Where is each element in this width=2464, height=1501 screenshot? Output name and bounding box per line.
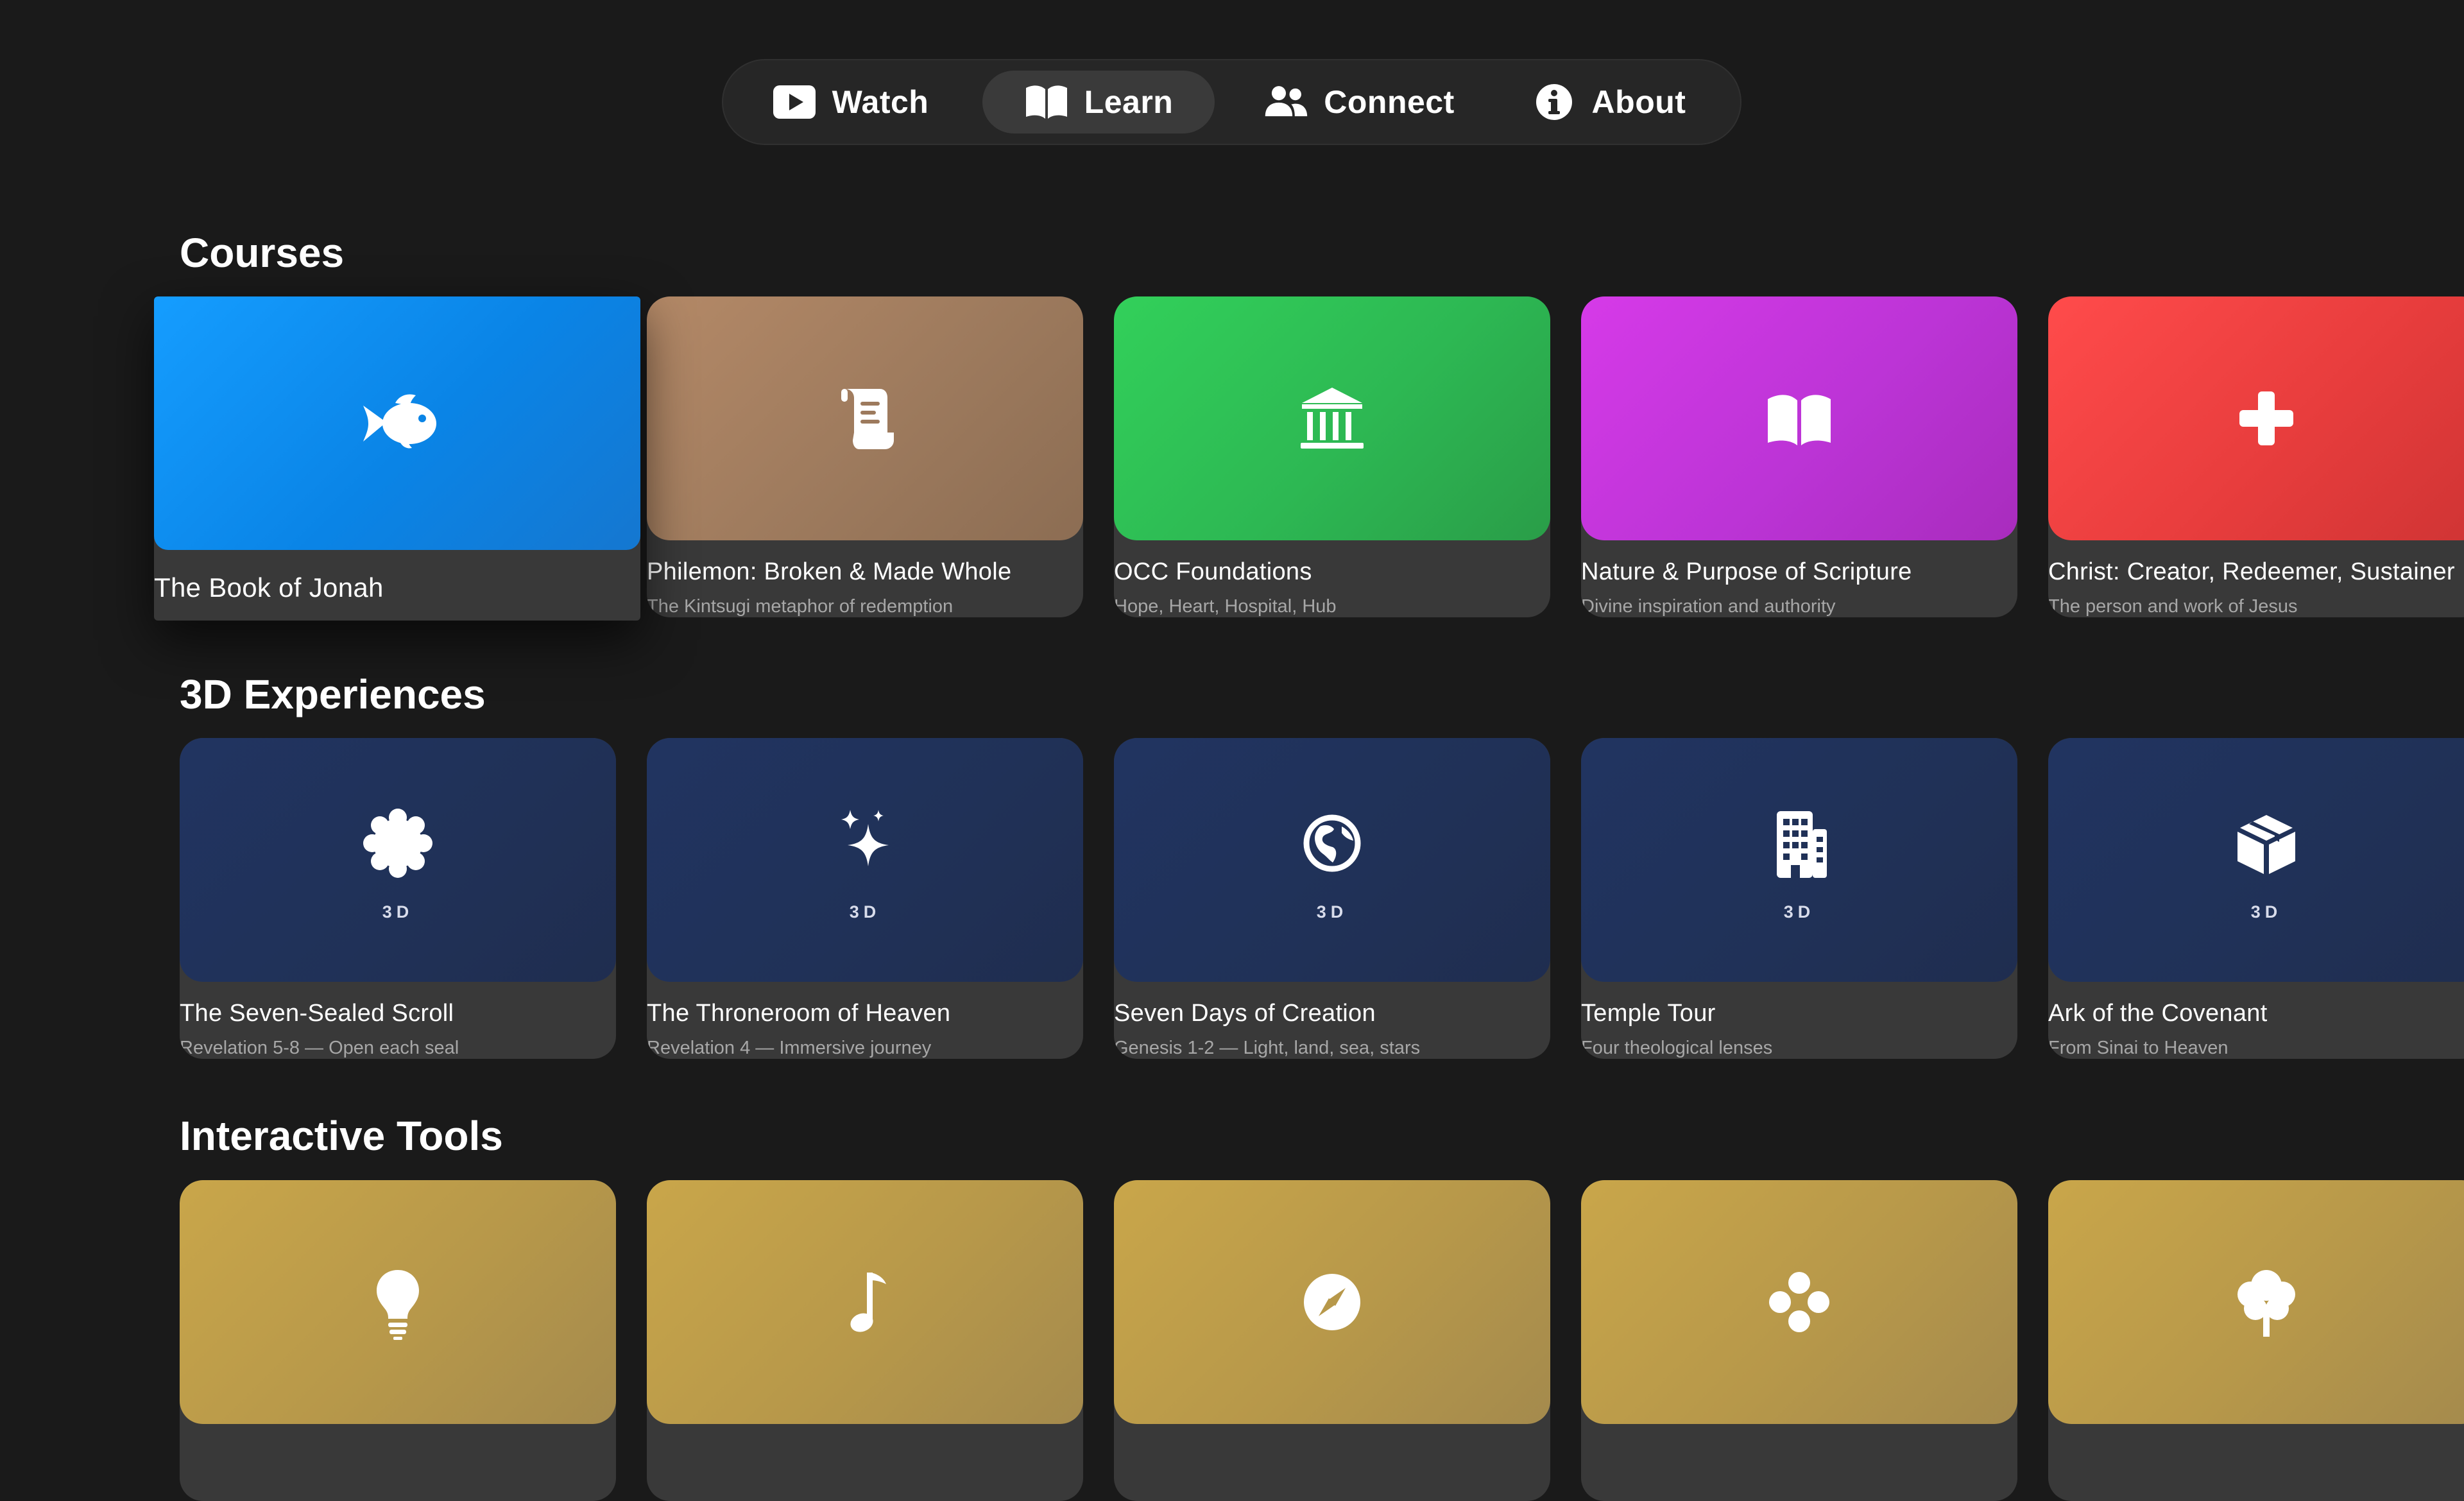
badge-3d: 3D [382, 902, 414, 922]
section-title-interactive-tools: Interactive Tools [180, 1113, 503, 1159]
card-artwork [1581, 296, 2017, 540]
book-open-icon [1768, 395, 1831, 445]
card-artwork: 3D [2048, 738, 2464, 982]
info-icon [1536, 84, 1572, 120]
course-card-philemon[interactable]: Philemon: Broken & Made Whole The Kintsu… [647, 296, 1083, 617]
nav-tab-label: Watch [832, 84, 929, 120]
card-artwork [154, 296, 640, 550]
section-title-3d-experiences: 3D Experiences [180, 671, 486, 717]
nav-tab-learn[interactable]: Learn [982, 71, 1215, 133]
badge-3d: 3D [2250, 902, 2282, 922]
nav-tab-watch[interactable]: Watch [754, 71, 946, 133]
card-title: Nature & Purpose of Scripture [1581, 558, 1912, 585]
globe-icon [1303, 814, 1361, 871]
course-card-occ-foundations[interactable]: OCC Foundations Hope, Heart, Hospital, H… [1114, 296, 1550, 617]
card-title: Seven Days of Creation [1114, 1000, 1376, 1027]
tool-card-family-tree[interactable] [2048, 1180, 2464, 1501]
card-title: OCC Foundations [1114, 558, 1312, 585]
scroll-icon [841, 389, 894, 449]
experience-card-seven-sealed-scroll[interactable]: 3D The Seven-Sealed Scroll Revelation 5-… [180, 738, 616, 1059]
fish-icon [363, 394, 436, 448]
card-artwork: 3D [1581, 738, 2017, 982]
card-subtitle: Hope, Heart, Hospital, Hub [1114, 596, 1337, 617]
card-artwork [1114, 296, 1550, 540]
card-subtitle: Revelation 5-8 — Open each seal [180, 1038, 459, 1058]
tool-card-compass[interactable] [1114, 1180, 1550, 1501]
building-columns-icon [1301, 388, 1364, 449]
lightbulb-icon [377, 1270, 419, 1340]
card-subtitle: The person and work of Jesus [2048, 596, 2298, 617]
card-subtitle: Genesis 1-2 — Light, land, sea, stars [1114, 1038, 1421, 1058]
card-artwork: 3D [647, 738, 1083, 982]
tree-icon [2237, 1270, 2295, 1337]
play-icon [773, 85, 816, 119]
seal-icon [363, 808, 432, 878]
book-icon [1025, 85, 1067, 119]
card-artwork [647, 1180, 1083, 1424]
card-subtitle: The Kintsugi metaphor of redemption [647, 596, 954, 617]
card-title: The Seven-Sealed Scroll [180, 1000, 454, 1027]
tool-card-connections[interactable] [1581, 1180, 2017, 1501]
nav-tab-connect[interactable]: Connect [1242, 71, 1476, 133]
compass-icon [1304, 1274, 1360, 1330]
card-title: Christ: Creator, Redeemer, Sustainer [2048, 558, 2455, 585]
circle-grid-icon [1769, 1272, 1829, 1332]
card-title: Philemon: Broken & Made Whole [647, 558, 1012, 585]
card-title: The Book of Jonah [154, 572, 384, 603]
card-subtitle: Divine inspiration and authority [1581, 596, 1836, 617]
card-artwork: 3D [1114, 738, 1550, 982]
card-artwork [2048, 1180, 2464, 1424]
course-card-christ-creator[interactable]: Christ: Creator, Redeemer, Sustainer The… [2048, 296, 2464, 617]
card-artwork [1581, 1180, 2017, 1424]
top-navigation-bar: Watch Learn Connect About [722, 59, 1741, 145]
experience-card-ark-covenant[interactable]: 3D Ark of the Covenant From Sinai to Hea… [2048, 738, 2464, 1059]
nav-tab-about[interactable]: About [1512, 71, 1705, 133]
experience-card-seven-days-creation[interactable]: 3D Seven Days of Creation Genesis 1-2 — … [1114, 738, 1550, 1059]
card-artwork [647, 296, 1083, 540]
tool-card-music[interactable] [647, 1180, 1083, 1501]
experience-card-temple-tour[interactable]: 3D Temple Tour Four theological lenses [1581, 738, 2017, 1059]
nav-tab-label: Learn [1084, 84, 1174, 120]
nav-tab-label: Connect [1324, 84, 1455, 120]
badge-3d: 3D [849, 902, 881, 922]
course-card-book-of-jonah[interactable]: The Book of Jonah [154, 296, 640, 621]
music-note-icon [850, 1273, 886, 1332]
card-artwork [1114, 1180, 1550, 1424]
tool-card-insight[interactable] [180, 1180, 616, 1501]
card-subtitle: Revelation 4 — Immersive journey [647, 1038, 932, 1058]
section-title-courses: Courses [180, 230, 345, 276]
card-subtitle: From Sinai to Heaven [2048, 1038, 2229, 1058]
cube-icon [2237, 814, 2295, 874]
card-artwork [180, 1180, 616, 1424]
sparkles-icon [841, 809, 889, 866]
badge-3d: 3D [1316, 902, 1348, 922]
card-artwork: 3D [180, 738, 616, 982]
card-title: Ark of the Covenant [2048, 1000, 2268, 1027]
card-title: The Throneroom of Heaven [647, 1000, 951, 1027]
card-title: Temple Tour [1581, 1000, 1716, 1027]
experience-card-throneroom[interactable]: 3D The Throneroom of Heaven Revelation 4… [647, 738, 1083, 1059]
nav-tab-label: About [1591, 84, 1686, 120]
people-icon [1265, 86, 1308, 117]
card-artwork [2048, 296, 2464, 540]
building-icon [1777, 811, 1827, 878]
course-card-nature-purpose-scripture[interactable]: Nature & Purpose of Scripture Divine ins… [1581, 296, 2017, 617]
badge-3d: 3D [1783, 902, 1815, 922]
card-subtitle: Four theological lenses [1581, 1038, 1773, 1058]
cross-icon [2239, 391, 2293, 445]
